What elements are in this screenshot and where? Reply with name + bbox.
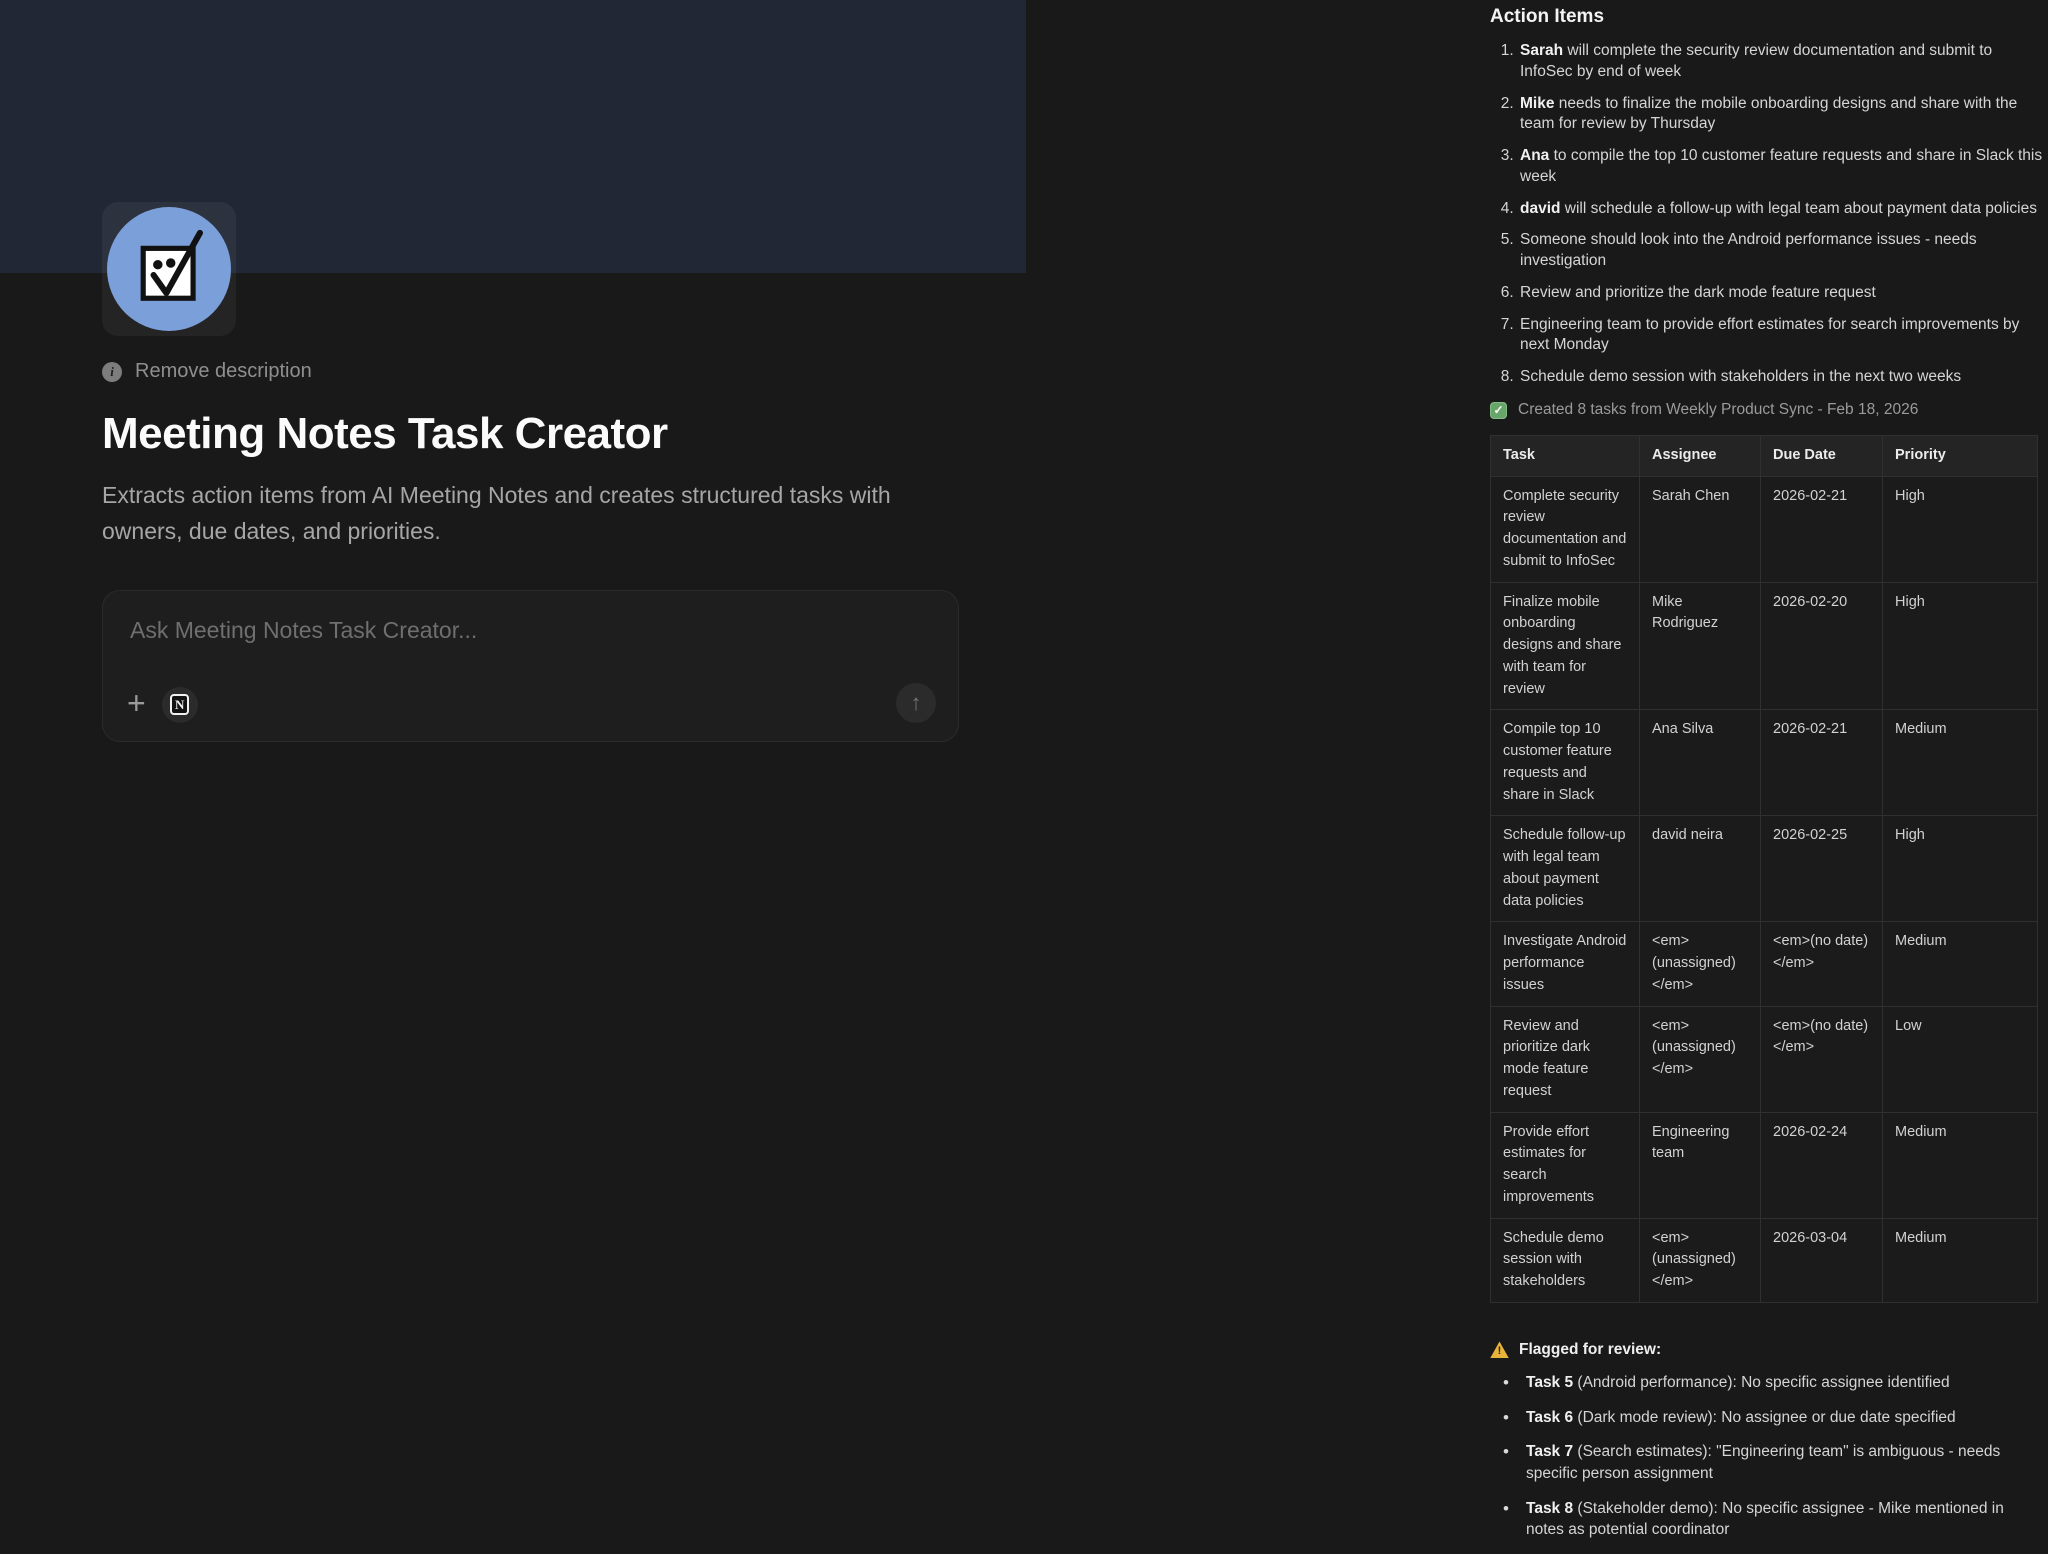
agent-page: i Remove description Meeting Notes Task … (102, 202, 962, 742)
list-item: Task 7 (Search estimates): "Engineering … (1503, 1441, 2046, 1484)
flagged-list: Task 5 (Android performance): No specifi… (1490, 1372, 2046, 1541)
check-emoji-icon: ✓ (1490, 402, 1507, 419)
chat-placeholder: Ask Meeting Notes Task Creator... (130, 617, 477, 644)
avatar (107, 207, 231, 331)
list-item: Task 5 (Android performance): No specifi… (1503, 1372, 2046, 1394)
table-row: Schedule follow-up with legal team about… (1491, 816, 2038, 922)
table-row: Investigate Android performance issues <… (1491, 922, 2038, 1006)
column-header-assignee: Assignee (1640, 435, 1761, 476)
send-button[interactable]: ↑ (896, 683, 936, 723)
column-header-task: Task (1491, 435, 1640, 476)
table-row: Schedule demo session with stakeholders … (1491, 1218, 2038, 1302)
table-header-row: Task Assignee Due Date Priority (1491, 435, 2038, 476)
flagged-section: Flagged for review: Task 5 (Android perf… (1490, 1341, 2046, 1541)
list-item: Ana to compile the top 10 customer featu… (1518, 146, 2046, 188)
notion-logo-icon: N (170, 694, 189, 715)
list-item: Task 8 (Stakeholder demo): No specific a… (1503, 1498, 2046, 1541)
list-item: Schedule demo session with stakeholders … (1518, 367, 2046, 388)
list-item: Someone should look into the Android per… (1518, 230, 2046, 272)
output-panel: Action Items Sarah will complete the sec… (1490, 6, 2046, 1554)
plus-icon[interactable]: + (127, 687, 146, 723)
page-icon-button[interactable] (102, 202, 236, 336)
list-item: david will schedule a follow-up with leg… (1518, 199, 2046, 220)
list-item: Task 6 (Dark mode review): No assignee o… (1503, 1407, 2046, 1429)
chat-input[interactable]: Ask Meeting Notes Task Creator... + N ↑ (102, 590, 959, 742)
chat-toolbar: + N (127, 687, 198, 723)
list-item: Sarah will complete the security review … (1518, 41, 2046, 83)
table-row: Finalize mobile onboarding designs and s… (1491, 582, 2038, 710)
remove-description-button[interactable]: i Remove description (102, 360, 312, 383)
list-item: Engineering team to provide effort estim… (1518, 315, 2046, 357)
table-row: Complete security review documentation a… (1491, 476, 2038, 582)
table-row: Review and prioritize dark mode feature … (1491, 1006, 2038, 1112)
info-icon: i (102, 362, 122, 382)
table-row: Provide effort estimates for search impr… (1491, 1112, 2038, 1218)
checkbox-avatar-icon (126, 226, 212, 312)
notion-source-button[interactable]: N (162, 687, 198, 723)
action-items-heading: Action Items (1490, 6, 2046, 28)
list-item: Mike needs to finalize the mobile onboar… (1518, 94, 2046, 136)
table-row: Compile top 10 customer feature requests… (1491, 710, 2038, 816)
remove-description-label: Remove description (135, 360, 312, 383)
page-title[interactable]: Meeting Notes Task Creator (102, 409, 962, 459)
column-header-due-date: Due Date (1761, 435, 1883, 476)
warning-icon (1490, 1341, 1509, 1358)
list-item: Review and prioritize the dark mode feat… (1518, 283, 2046, 304)
tasks-table: Task Assignee Due Date Priority Complete… (1490, 435, 2038, 1303)
action-items-list: Sarah will complete the security review … (1490, 41, 2046, 388)
status-text: Created 8 tasks from Weekly Product Sync… (1518, 401, 1918, 419)
column-header-priority: Priority (1883, 435, 2038, 476)
flagged-heading: Flagged for review: (1490, 1341, 2046, 1359)
arrow-up-icon: ↑ (911, 690, 922, 716)
page-description[interactable]: Extracts action items from AI Meeting No… (102, 477, 897, 550)
status-line: ✓ Created 8 tasks from Weekly Product Sy… (1490, 401, 2046, 419)
